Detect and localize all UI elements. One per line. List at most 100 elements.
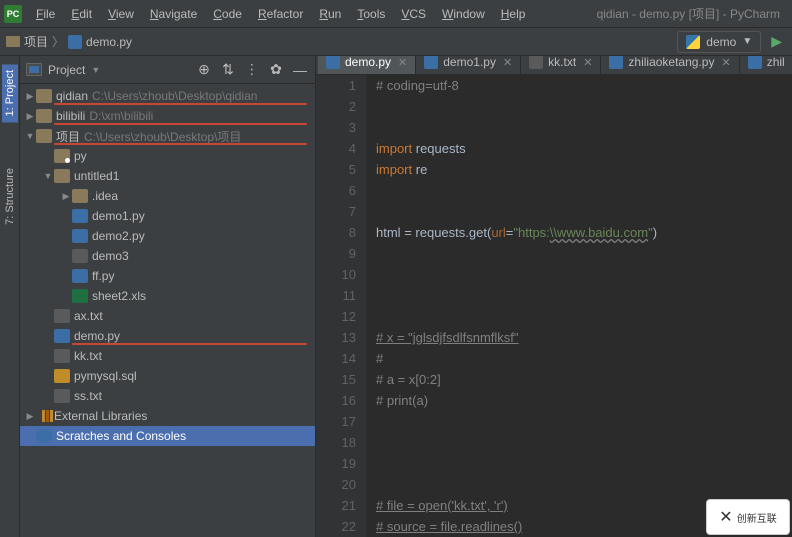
tab-label: zhiliaoketang.py (628, 56, 714, 69)
editor-tab-zhil[interactable]: zhil✕ (740, 56, 792, 74)
breadcrumb[interactable]: 项目 〉 demo.py (6, 33, 132, 50)
code-line[interactable] (376, 243, 792, 264)
tree-item-bilibili[interactable]: bilibiliD:\xm\bilibili (20, 106, 315, 126)
code-line[interactable]: html = requests.get(url="https:\\www.bai… (376, 222, 792, 243)
line-number: 1 (316, 75, 356, 96)
tree-item-kktxt[interactable]: kk.txt (20, 346, 315, 366)
expand-arrow-icon[interactable] (24, 411, 36, 422)
editor-tab-demopy[interactable]: demo.py✕ (318, 56, 416, 74)
menu-navigate[interactable]: Navigate (142, 4, 205, 24)
menu-help[interactable]: Help (493, 4, 534, 24)
code-line[interactable]: # coding=utf-8 (376, 75, 792, 96)
line-number: 7 (316, 201, 356, 222)
line-number: 14 (316, 348, 356, 369)
folder-icon (54, 169, 70, 183)
code-line[interactable] (376, 306, 792, 327)
code-line[interactable]: # a = x[0:2] (376, 369, 792, 390)
tree-item-demo1py[interactable]: demo1.py (20, 206, 315, 226)
code-line[interactable] (376, 285, 792, 306)
gear-icon[interactable]: ✿ (267, 61, 285, 79)
expand-arrow-icon[interactable] (24, 131, 36, 141)
expand-arrow-icon[interactable] (60, 191, 72, 202)
tree-item-demo2py[interactable]: demo2.py (20, 226, 315, 246)
menu-code[interactable]: Code (205, 4, 250, 24)
menu-run[interactable]: Run (311, 4, 349, 24)
editor-tab-kktxt[interactable]: kk.txt✕ (521, 56, 601, 74)
tree-item-idea[interactable]: .idea (20, 186, 315, 206)
line-number: 6 (316, 180, 356, 201)
py-icon (54, 329, 70, 343)
code-line[interactable]: # x = "jglsdjfsdlfsnmflksf" (376, 327, 792, 348)
py-icon (72, 209, 88, 223)
tree-label: External Libraries (54, 409, 147, 423)
code-line[interactable] (376, 180, 792, 201)
code-line[interactable] (376, 264, 792, 285)
tree-item-axtxt[interactable]: ax.txt (20, 306, 315, 326)
breadcrumb-folder: 项目 (24, 33, 48, 50)
code-line[interactable] (376, 474, 792, 495)
tree-item-qidian[interactable]: qidianC:\Users\zhoub\Desktop\qidian (20, 86, 315, 106)
code-line[interactable] (376, 453, 792, 474)
tree-item-[interactable]: 项目C:\Users\zhoub\Desktop\项目 (20, 126, 315, 146)
code-body[interactable]: # coding=utf-8 import requestsimport re ht… (366, 75, 792, 537)
line-number: 21 (316, 495, 356, 516)
tool-tab-structure[interactable]: 7: Structure (2, 162, 18, 231)
folder-icon (36, 109, 52, 123)
tree-item-sheet2xls[interactable]: sheet2.xls (20, 286, 315, 306)
close-icon[interactable]: ✕ (721, 56, 730, 69)
code-line[interactable]: import requests (376, 138, 792, 159)
close-icon[interactable]: ✕ (398, 56, 407, 69)
editor-tab-zhiliaoketangpy[interactable]: zhiliaoketang.py ✕ (601, 56, 739, 74)
menu-edit[interactable]: Edit (63, 4, 100, 24)
run-configuration-selector[interactable]: demo (677, 31, 761, 53)
code-line[interactable] (376, 201, 792, 222)
tree-item-untitled1[interactable]: untitled1 (20, 166, 315, 186)
menu-tools[interactable]: Tools (349, 4, 393, 24)
tree-item-sstxt[interactable]: ss.txt (20, 386, 315, 406)
menu-file[interactable]: File (28, 4, 63, 24)
tree-item-pymysqlsql[interactable]: pymysql.sql (20, 366, 315, 386)
tree-item-ffpy[interactable]: ff.py (20, 266, 315, 286)
tool-tab-project[interactable]: 1: Project (2, 64, 18, 122)
tree-label: ff.py (92, 269, 114, 283)
tree-item-py[interactable]: py (20, 146, 315, 166)
expand-arrow-icon[interactable] (42, 171, 54, 181)
project-tree[interactable]: qidianC:\Users\zhoub\Desktop\qidianbilib… (20, 84, 315, 537)
close-icon[interactable]: ✕ (503, 56, 512, 69)
scratch-icon (36, 429, 52, 443)
editor-tab-demo1py[interactable]: demo1.py✕ (416, 56, 521, 74)
tree-item-demopy[interactable]: demo.py (20, 326, 315, 346)
line-number: 3 (316, 117, 356, 138)
code-line[interactable] (376, 432, 792, 453)
tree-label: ax.txt (74, 309, 103, 323)
code-line[interactable] (376, 411, 792, 432)
scroll-from-source-icon[interactable] (219, 61, 237, 79)
code-line[interactable]: import re (376, 159, 792, 180)
chevron-down-icon[interactable] (91, 65, 100, 75)
menu-window[interactable]: Window (434, 4, 493, 24)
txt-icon (54, 389, 70, 403)
menu-refactor[interactable]: Refactor (250, 4, 311, 24)
tree-label: pymysql.sql (74, 369, 137, 383)
txt-icon (54, 349, 70, 363)
hide-icon[interactable]: — (291, 61, 309, 79)
project-panel-header: Project ⊕ ✿ — (20, 56, 315, 84)
code-line[interactable]: # (376, 348, 792, 369)
line-number: 16 (316, 390, 356, 411)
tree-item-scratchesandconsoles[interactable]: Scratches and Consoles (20, 426, 315, 446)
expand-arrow-icon[interactable] (24, 111, 36, 122)
line-number: 12 (316, 306, 356, 327)
tree-item-externallibraries[interactable]: External Libraries (20, 406, 315, 426)
locate-file-icon[interactable]: ⊕ (195, 61, 213, 79)
code-editor[interactable]: 12345678910111213141516171819202122 # co… (316, 75, 792, 537)
expand-arrow-icon[interactable] (24, 91, 36, 102)
menu-view[interactable]: View (100, 4, 142, 24)
run-button[interactable]: ▶ (767, 33, 786, 50)
code-line[interactable] (376, 117, 792, 138)
code-line[interactable]: # print(a) (376, 390, 792, 411)
menu-vcs[interactable]: VCS (393, 4, 434, 24)
tree-item-demo3[interactable]: demo3 (20, 246, 315, 266)
close-icon[interactable]: ✕ (583, 56, 592, 69)
code-line[interactable] (376, 96, 792, 117)
project-panel-title[interactable]: Project (48, 63, 85, 77)
